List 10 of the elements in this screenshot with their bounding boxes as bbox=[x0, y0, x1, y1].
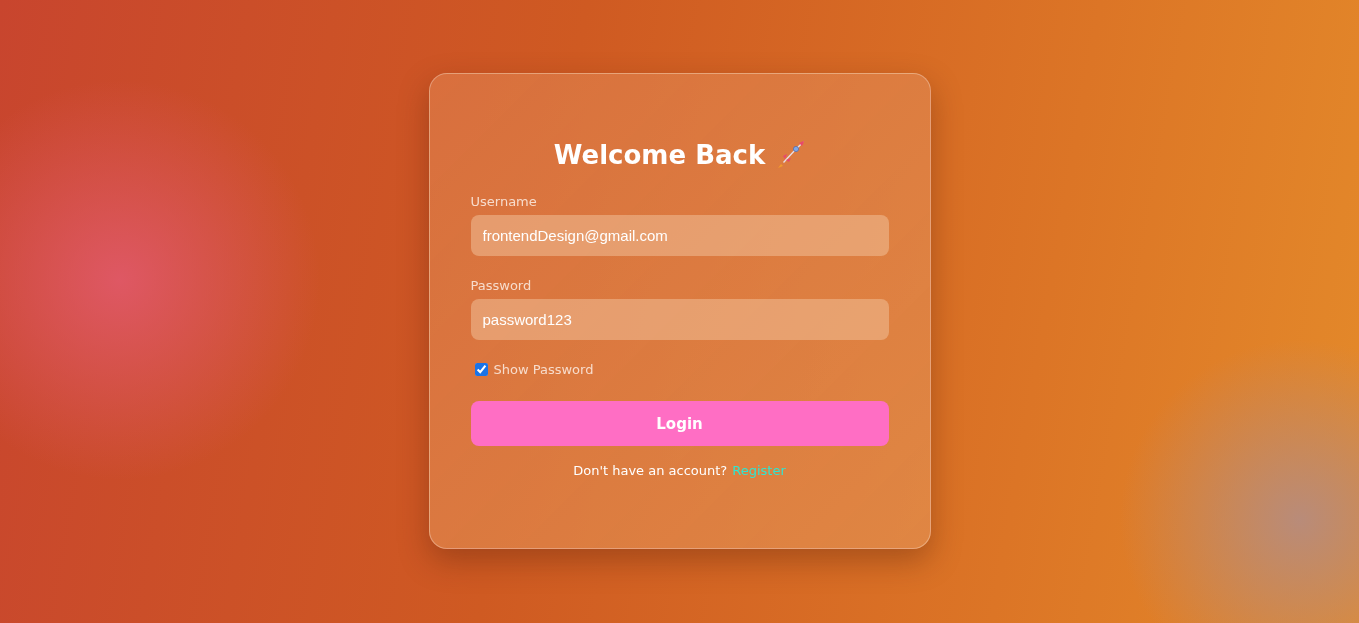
login-button[interactable]: Login bbox=[470, 401, 889, 446]
register-link[interactable]: Register bbox=[732, 463, 786, 478]
text-field[interactable]: frontendDesign@gmail.com bbox=[470, 215, 889, 256]
checkbox-label: Show Password bbox=[493, 362, 594, 377]
text-field[interactable]: password123 bbox=[470, 299, 889, 340]
footer-text: Don't have an account? bbox=[573, 463, 728, 478]
field-label: Username bbox=[470, 194, 538, 209]
form-title: Welcome Back bbox=[553, 140, 766, 170]
field-label: Password bbox=[470, 278, 533, 293]
checkbox[interactable] bbox=[474, 363, 488, 376]
